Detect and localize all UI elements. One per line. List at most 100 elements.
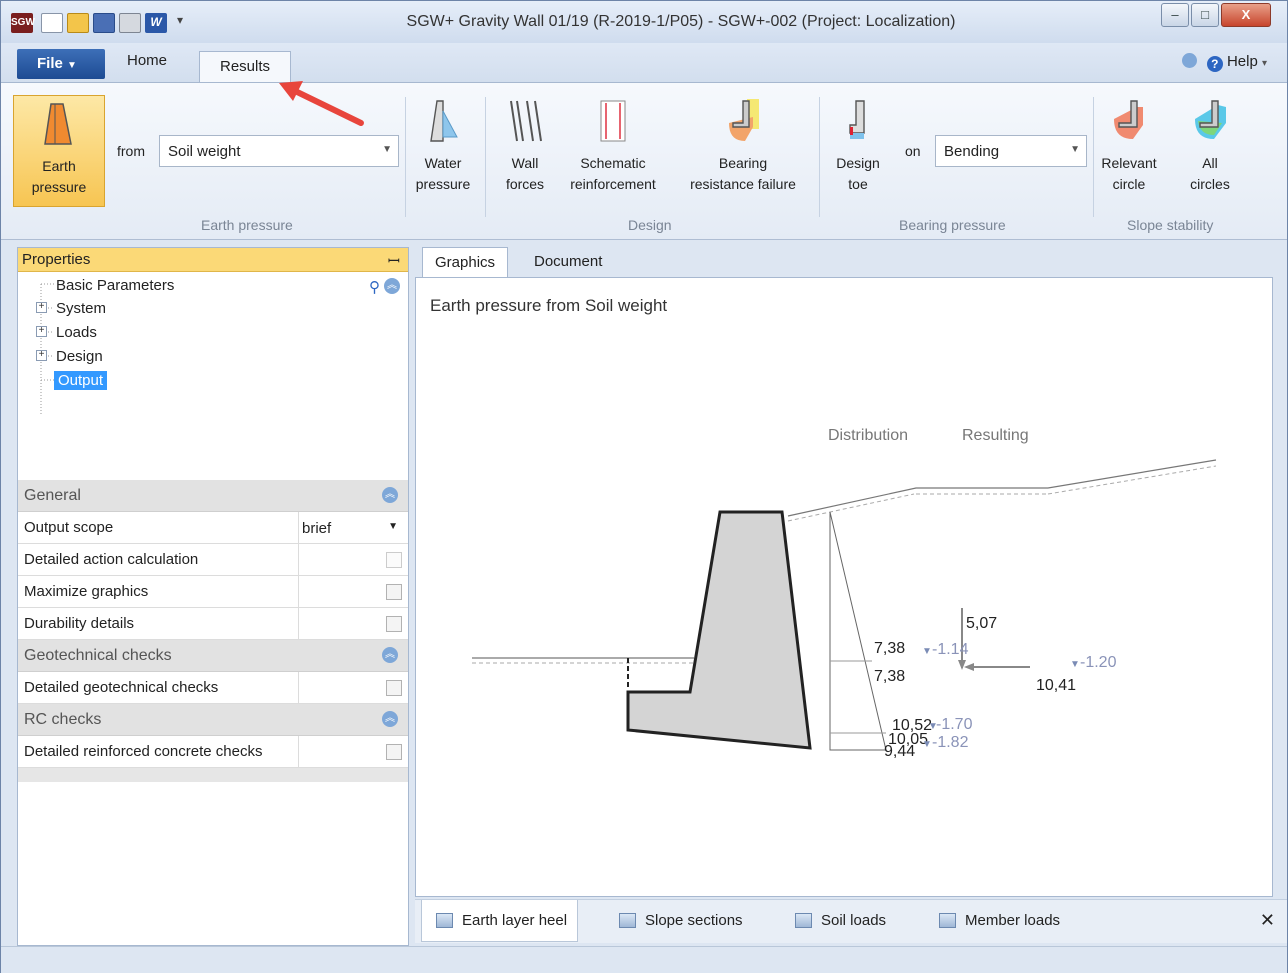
collapse-icon[interactable]: ︽ [382,711,398,727]
section-general-label: General [24,487,81,504]
tab-soil-loads[interactable]: Soil loads [781,900,896,942]
tab-results[interactable]: Results [199,51,291,85]
group-label-earth-pressure: Earth pressure [201,217,293,233]
chevron-down-icon: ▼ [1070,144,1080,155]
bearing-resistance-failure-button[interactable]: Bearing resistance failure [673,97,813,195]
expand-icon[interactable]: + [36,302,47,313]
wall-forces-label-1: Wall [511,155,539,171]
water-pressure-label-2: pressure [415,176,471,192]
minimize-button[interactable]: ‒ [1161,3,1189,27]
tab-earth-layer-heel[interactable]: Earth layer heel [421,900,579,942]
tab-graphics[interactable]: Graphics [422,247,509,277]
schematic-reinforcement-button[interactable]: Schematic reinforcement [561,97,665,195]
level-marker-icon: ▼ [922,739,932,750]
wall-forces-label-2: forces [505,176,545,192]
properties-tree: Basic Parameters + System + Loads + Desi… [18,272,408,480]
tree-item-design[interactable]: Design [56,347,103,366]
water-pressure-button[interactable]: Water pressure [407,97,479,195]
relevant-circle-label-1: Relevant [1101,155,1157,171]
row-label: Detailed action calculation [24,551,199,568]
table-icon [619,913,636,928]
close-icon[interactable]: ✕ [1260,910,1275,931]
collapse-icon[interactable]: ︽ [382,647,398,663]
expand-icon[interactable]: + [36,350,47,361]
design-toe-icon [849,100,865,139]
tree-item-system[interactable]: System [56,299,106,318]
chevron-down-icon[interactable]: ▼ [388,521,398,532]
earth-pressure-label-1: Earth [42,158,76,174]
design-toe-button[interactable]: Design toe [827,97,889,195]
earth-pressure-source-select[interactable]: Soil weight ▼ [159,135,399,167]
group-label-bearing-pressure: Bearing pressure [899,217,1006,233]
tab-home[interactable]: Home [127,52,167,69]
app-window: SGW W ▾ SGW+ Gravity Wall 01/19 (R-2019-… [0,0,1288,973]
title-bar: SGW W ▾ SGW+ Gravity Wall 01/19 (R-2019-… [1,1,1287,43]
maximize-button[interactable]: □ [1191,3,1219,27]
relevant-circle-button[interactable]: Relevant circle [1097,97,1161,195]
row-durability: Durability details [18,608,408,640]
expand-icon[interactable]: + [36,326,47,337]
water-pressure-label-1: Water [424,155,462,171]
tree-item-basic-parameters[interactable]: Basic Parameters [56,276,174,295]
schematic-reinforcement-icon [600,100,626,142]
row-label: Detailed reinforced concrete checks [24,743,263,760]
value-label: 7,38 [874,668,905,685]
backfill-hatch [787,465,1217,522]
design-action-select[interactable]: Bending ▼ [935,135,1087,167]
tab-document[interactable]: Document [522,247,614,277]
graphics-canvas[interactable]: Earth pressure from Soil weight Distribu… [415,277,1273,897]
tab-label: Member loads [965,912,1061,929]
level-label: -1.70 [936,716,973,733]
design-toe-label-2: toe [848,176,868,192]
row-label: Detailed geotechnical checks [24,679,219,696]
section-rc[interactable]: RC checks ︽ [18,704,408,736]
detailed-action-checkbox[interactable] [386,552,402,568]
search-icon[interactable]: ⚲ [369,278,380,296]
gravity-wall [626,510,812,750]
print-icon[interactable] [119,13,141,33]
wall-forces-button[interactable]: Wall forces [495,97,555,195]
maximize-graphics-checkbox[interactable] [386,584,402,600]
level-label: -1.20 [1080,654,1117,671]
detailed-rc-checkbox[interactable] [386,744,402,760]
close-button[interactable]: X [1221,3,1271,27]
row-output-scope: Output scope brief ▼ [18,512,408,544]
output-scope-select[interactable]: brief [302,520,331,537]
all-circles-label-2: circles [1190,176,1230,192]
tab-slope-sections[interactable]: Slope sections [605,900,753,942]
all-circles-icon [1195,100,1226,139]
all-circles-button[interactable]: All circles [1175,97,1245,195]
durability-checkbox[interactable] [386,616,402,632]
section-general[interactable]: General ︽ [18,480,408,512]
help-label: Help [1226,53,1258,70]
collapse-icon[interactable]: ︽ [384,278,400,294]
tab-label: Slope sections [645,912,743,929]
collapse-icon[interactable]: ︽ [382,487,398,503]
qat-customize-icon[interactable]: ▾ [177,13,191,33]
row-label: Output scope [24,519,114,536]
group-separator [485,97,486,217]
tab-member-loads[interactable]: Member loads [925,900,1070,942]
file-menu-button[interactable]: File ▼ [17,49,105,79]
detailed-geotech-checkbox[interactable] [386,680,402,696]
bearing-failure-icon [729,99,759,141]
section-geotechnical[interactable]: Geotechnical checks ︽ [18,640,408,672]
group-separator [1093,97,1094,217]
tab-label: Earth layer heel [462,912,568,929]
save-icon[interactable] [93,13,115,33]
properties-pane: Properties ꟷ Basic Parameters + System +… [17,247,409,946]
open-folder-icon[interactable] [67,13,89,33]
new-file-icon[interactable] [41,13,63,33]
tree-item-output[interactable]: Output [54,371,108,390]
help-menu[interactable]: ? Help ▾ [1181,53,1267,72]
app-logo-icon[interactable]: SGW [11,13,35,33]
row-detailed-geotech: Detailed geotechnical checks [18,672,408,704]
earth-pressure-button[interactable]: Earth pressure [13,95,105,207]
row-detailed-action: Detailed action calculation [18,544,408,576]
collapse-ribbon-icon[interactable] [1181,53,1197,68]
pin-icon[interactable]: ꟷ [388,251,400,271]
tree-item-loads[interactable]: Loads [56,323,97,342]
group-label-slope-stability: Slope stability [1127,217,1214,233]
word-export-icon[interactable]: W [145,13,167,33]
view-tabs: Graphics Document [416,247,1273,277]
